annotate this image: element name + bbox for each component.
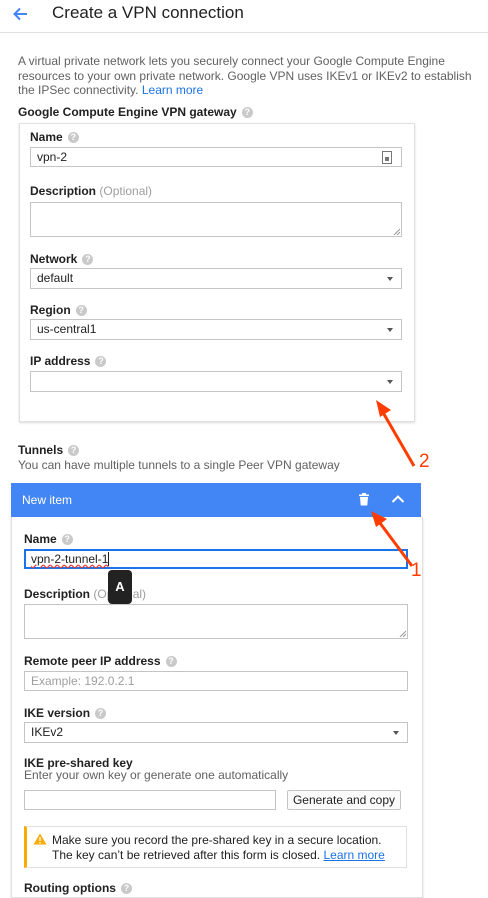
- annotation-arrow-1: [371, 511, 414, 567]
- annotation-label-2: 2: [419, 451, 430, 472]
- annotation-arrows: [371, 400, 416, 567]
- annotation-arrow-2: [376, 400, 416, 467]
- annotation-label-1: 1: [411, 560, 422, 581]
